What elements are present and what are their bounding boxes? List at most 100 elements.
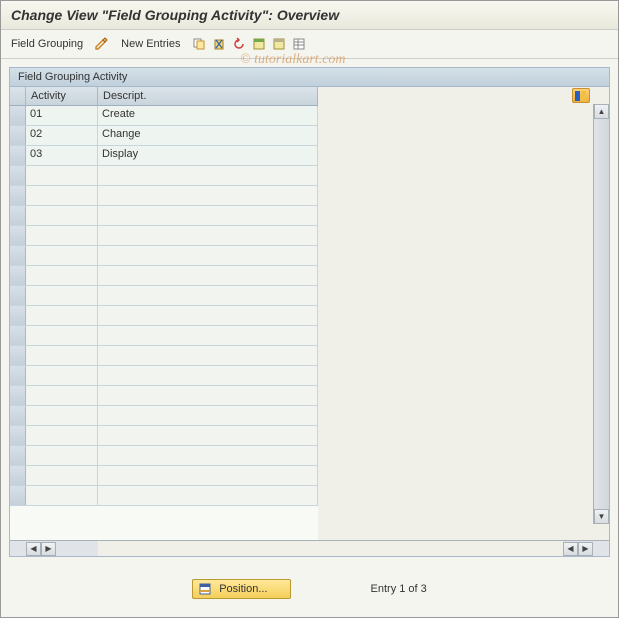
undo-icon[interactable] bbox=[230, 36, 248, 52]
row-selector[interactable] bbox=[10, 386, 26, 405]
cell-activity[interactable] bbox=[26, 306, 98, 325]
cell-activity[interactable] bbox=[26, 466, 98, 485]
cell-activity[interactable] bbox=[26, 386, 98, 405]
cell-descript[interactable] bbox=[98, 466, 318, 485]
column-descript[interactable]: Descript. bbox=[98, 87, 318, 105]
cell-activity[interactable] bbox=[26, 346, 98, 365]
cell-descript[interactable] bbox=[98, 486, 318, 505]
table-row[interactable] bbox=[10, 346, 318, 366]
table-row[interactable] bbox=[10, 286, 318, 306]
scroll-right-icon[interactable]: ▶ bbox=[41, 542, 56, 556]
scroll-left-icon-2[interactable]: ◀ bbox=[563, 542, 578, 556]
cell-descript[interactable] bbox=[98, 366, 318, 385]
table-row[interactable]: 01Create bbox=[10, 106, 318, 126]
cell-activity[interactable] bbox=[26, 166, 98, 185]
cell-descript[interactable] bbox=[98, 206, 318, 225]
configure-columns-icon[interactable] bbox=[572, 88, 590, 103]
table-row[interactable]: 03Display bbox=[10, 146, 318, 166]
cell-descript[interactable] bbox=[98, 166, 318, 185]
copy-icon[interactable] bbox=[190, 36, 208, 52]
row-selector[interactable] bbox=[10, 326, 26, 345]
cell-descript[interactable]: Change bbox=[98, 126, 318, 145]
cell-activity[interactable] bbox=[26, 186, 98, 205]
row-selector[interactable] bbox=[10, 446, 26, 465]
column-activity[interactable]: Activity bbox=[26, 87, 98, 105]
table-row[interactable] bbox=[10, 486, 318, 506]
table-row[interactable] bbox=[10, 386, 318, 406]
cell-descript[interactable] bbox=[98, 226, 318, 245]
cell-descript[interactable] bbox=[98, 446, 318, 465]
cell-descript[interactable] bbox=[98, 306, 318, 325]
cell-activity[interactable] bbox=[26, 406, 98, 425]
position-button[interactable]: Position... bbox=[192, 579, 290, 599]
row-selector[interactable] bbox=[10, 306, 26, 325]
table-row[interactable] bbox=[10, 246, 318, 266]
row-selector[interactable] bbox=[10, 246, 26, 265]
cell-descript[interactable] bbox=[98, 286, 318, 305]
row-selector[interactable] bbox=[10, 286, 26, 305]
table-row[interactable] bbox=[10, 206, 318, 226]
cell-descript[interactable] bbox=[98, 426, 318, 445]
row-selector[interactable] bbox=[10, 346, 26, 365]
table-row[interactable] bbox=[10, 426, 318, 446]
row-selector[interactable] bbox=[10, 466, 26, 485]
table-row[interactable] bbox=[10, 466, 318, 486]
cell-descript[interactable] bbox=[98, 406, 318, 425]
table-row[interactable] bbox=[10, 366, 318, 386]
table-row[interactable] bbox=[10, 306, 318, 326]
scroll-down-icon[interactable]: ▼ bbox=[594, 509, 609, 524]
cell-activity[interactable]: 02 bbox=[26, 126, 98, 145]
row-selector[interactable] bbox=[10, 366, 26, 385]
new-entries-label[interactable]: New Entries bbox=[121, 38, 180, 50]
row-selector[interactable] bbox=[10, 406, 26, 425]
cell-activity[interactable] bbox=[26, 326, 98, 345]
cell-activity[interactable] bbox=[26, 266, 98, 285]
cell-activity[interactable]: 03 bbox=[26, 146, 98, 165]
row-selector[interactable] bbox=[10, 226, 26, 245]
table-settings-icon[interactable] bbox=[290, 36, 308, 52]
row-selector[interactable] bbox=[10, 206, 26, 225]
row-selector[interactable] bbox=[10, 166, 26, 185]
scroll-up-icon[interactable]: ▲ bbox=[594, 104, 609, 119]
cell-descript[interactable] bbox=[98, 386, 318, 405]
table-row[interactable] bbox=[10, 226, 318, 246]
cell-descript[interactable] bbox=[98, 266, 318, 285]
cell-descript[interactable] bbox=[98, 246, 318, 265]
table-row[interactable] bbox=[10, 326, 318, 346]
delete-icon[interactable] bbox=[210, 36, 228, 52]
cell-descript[interactable] bbox=[98, 186, 318, 205]
table-row[interactable] bbox=[10, 406, 318, 426]
row-selector[interactable] bbox=[10, 106, 26, 125]
row-selector[interactable] bbox=[10, 146, 26, 165]
cell-descript[interactable] bbox=[98, 346, 318, 365]
vertical-scrollbar[interactable]: ▲ ▼ bbox=[593, 104, 609, 524]
cell-activity[interactable] bbox=[26, 246, 98, 265]
edit-icon[interactable] bbox=[93, 36, 111, 52]
cell-activity[interactable] bbox=[26, 366, 98, 385]
table-row[interactable] bbox=[10, 266, 318, 286]
table-row[interactable]: 02Change bbox=[10, 126, 318, 146]
row-selector[interactable] bbox=[10, 486, 26, 505]
deselect-all-icon[interactable] bbox=[270, 36, 288, 52]
select-all-icon[interactable] bbox=[250, 36, 268, 52]
cell-activity[interactable] bbox=[26, 486, 98, 505]
select-column-header[interactable] bbox=[10, 87, 26, 105]
cell-activity[interactable]: 01 bbox=[26, 106, 98, 125]
cell-activity[interactable] bbox=[26, 286, 98, 305]
cell-activity[interactable] bbox=[26, 446, 98, 465]
table-row[interactable] bbox=[10, 186, 318, 206]
cell-activity[interactable] bbox=[26, 426, 98, 445]
field-grouping-label[interactable]: Field Grouping bbox=[11, 38, 83, 50]
scroll-right-icon-2[interactable]: ▶ bbox=[578, 542, 593, 556]
horizontal-scrollbar[interactable]: ◀ ▶ ◀ ▶ bbox=[10, 540, 609, 556]
cell-activity[interactable] bbox=[26, 226, 98, 245]
cell-descript[interactable]: Display bbox=[98, 146, 318, 165]
cell-descript[interactable] bbox=[98, 326, 318, 345]
table-row[interactable] bbox=[10, 446, 318, 466]
row-selector[interactable] bbox=[10, 266, 26, 285]
row-selector[interactable] bbox=[10, 186, 26, 205]
cell-activity[interactable] bbox=[26, 206, 98, 225]
row-selector[interactable] bbox=[10, 126, 26, 145]
scroll-left-icon[interactable]: ◀ bbox=[26, 542, 41, 556]
cell-descript[interactable]: Create bbox=[98, 106, 318, 125]
